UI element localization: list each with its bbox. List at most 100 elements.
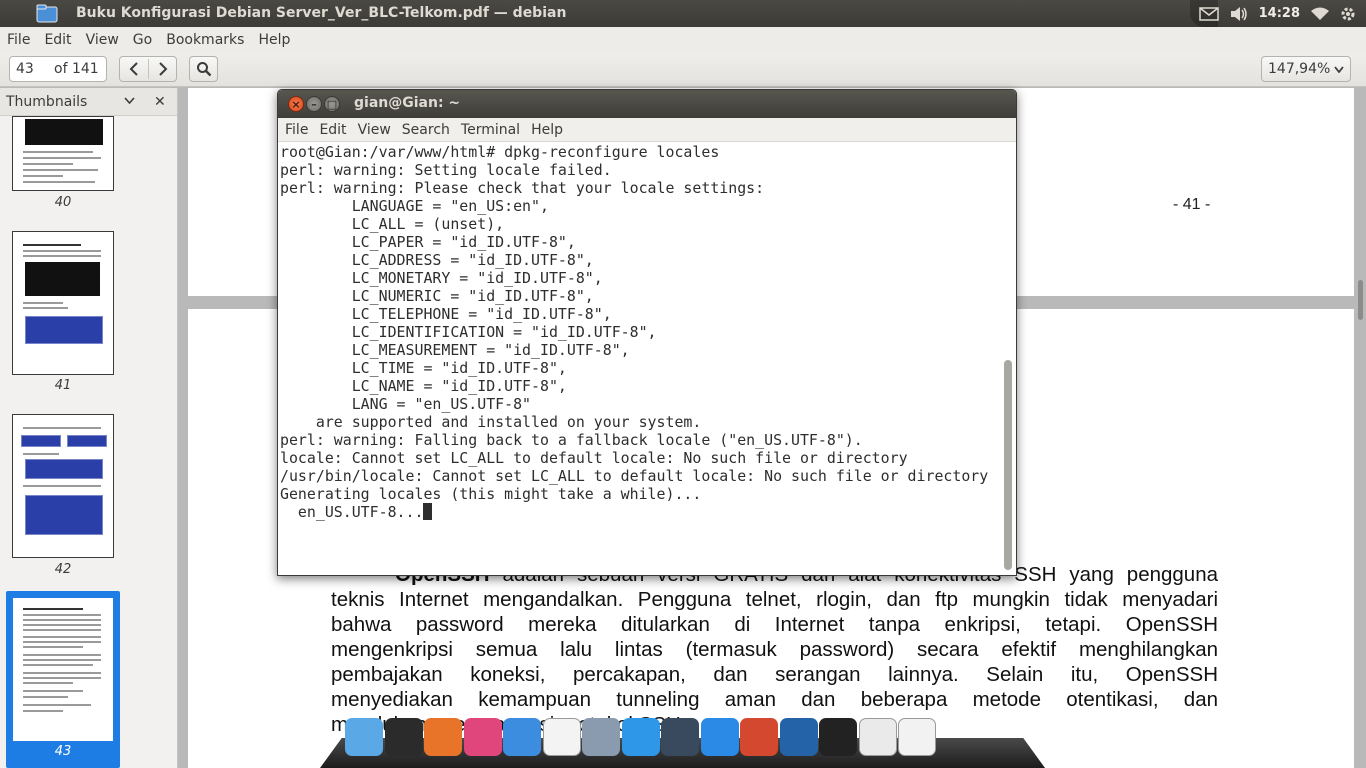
clock[interactable]: 14:28 (1259, 6, 1300, 21)
active-terminal-icon[interactable] (819, 718, 857, 756)
clock-icon[interactable] (898, 718, 936, 756)
thumb-text (23, 710, 63, 712)
paragraph-line: mengenkripsi semua lalu lintas (termasuk… (331, 638, 1218, 661)
page-number-field[interactable]: 43 of 141 (9, 56, 107, 82)
page-current[interactable]: 43 (16, 61, 34, 77)
dashboard-icon[interactable] (661, 718, 699, 756)
page-nav-group (119, 56, 177, 82)
thumb-text (23, 614, 101, 616)
terminal-line: root@Gian:/var/www/html# dpkg-reconfigur… (280, 143, 720, 161)
network-icon[interactable] (740, 718, 778, 756)
thumb-image (25, 495, 103, 535)
paragraph-line: bahwa password mereka ditularkan di Inte… (331, 613, 1218, 636)
sidebar-title[interactable]: Thumbnails (6, 94, 87, 110)
terminal-titlebar[interactable]: × – □ gian@Gian: ~ (278, 90, 1016, 118)
thumb-text (23, 690, 83, 692)
previous-page-button[interactable] (120, 57, 148, 81)
menubar: File Edit View Go Bookmarks Help (0, 27, 1366, 53)
find-button[interactable] (189, 56, 218, 82)
thumb-text (23, 250, 101, 252)
thumbnail-page-42[interactable] (12, 414, 114, 558)
thumb-image (25, 119, 103, 145)
terminal-menu-terminal[interactable]: Terminal (461, 122, 520, 138)
terminal-line: LC_NAME = "id_ID.UTF-8", (280, 377, 567, 395)
close-button[interactable]: × (288, 96, 304, 112)
zoom-select[interactable]: 147,94% (1261, 56, 1351, 82)
chevron-down-icon (1334, 66, 1344, 73)
terminal-line: /usr/bin/locale: Cannot set LC_ALL to de… (280, 467, 989, 485)
terminal-menu-edit[interactable]: Edit (319, 122, 346, 138)
minimize-icon: – (311, 97, 317, 111)
thumb-text (23, 169, 98, 171)
gear-icon[interactable] (1340, 6, 1356, 22)
firefox-icon[interactable] (424, 718, 462, 756)
close-icon[interactable]: ✕ (154, 94, 166, 110)
thunderbird-icon[interactable] (779, 718, 818, 756)
terminal-line: LANGUAGE = "en_US:en", (280, 197, 549, 215)
top-panel: Buku Konfigurasi Debian Server_Ver_BLC-T… (0, 0, 1366, 27)
terminal-menu-view[interactable]: View (358, 122, 391, 138)
paragraph-line: menyediakan kemampuan tunneling aman dan… (331, 688, 1218, 711)
menu-file[interactable]: File (7, 32, 30, 48)
terminal-menu-help[interactable]: Help (531, 122, 563, 138)
thumb-image (25, 459, 103, 479)
volume-icon[interactable] (1229, 6, 1249, 22)
terminal-scrollbar[interactable] (1004, 360, 1012, 570)
thumb-text (23, 704, 91, 706)
thumbnail-label: 42 (54, 562, 72, 577)
menu-help[interactable]: Help (258, 32, 290, 48)
thumbnail-page-43[interactable] (12, 597, 114, 742)
page-count: of 141 (54, 61, 99, 77)
thumb-text (23, 485, 101, 487)
thumbnail-page-41[interactable] (12, 231, 114, 375)
thumb-text (23, 175, 63, 177)
chat-icon[interactable] (621, 718, 660, 756)
terminal-icon[interactable] (384, 718, 423, 756)
terminal-line: en_US.UTF-8... (280, 503, 1002, 521)
terminal-line: LC_TIME = "id_ID.UTF-8", (280, 359, 567, 377)
thumbnail-page-40[interactable] (12, 116, 114, 191)
wifi-icon[interactable] (1310, 7, 1330, 21)
thumb-text (23, 659, 101, 661)
terminal-menu-file[interactable]: File (285, 122, 308, 138)
terminal-menubar: File Edit View Search Terminal Help (278, 118, 1016, 142)
maximize-icon: □ (326, 97, 338, 111)
sidebar-header: Thumbnails ✕ (0, 88, 177, 116)
terminal-line: LC_MEASUREMENT = "id_ID.UTF-8", (280, 341, 630, 359)
document-scrollbar[interactable] (1358, 280, 1363, 320)
terminal-line: LC_TELEPHONE = "id_ID.UTF-8", (280, 305, 612, 323)
terminal-window[interactable]: × – □ gian@Gian: ~ File Edit View Search… (277, 89, 1017, 576)
maximize-button[interactable]: □ (324, 96, 340, 112)
document-viewer-icon[interactable] (542, 718, 581, 756)
menu-view[interactable]: View (86, 32, 119, 48)
thumb-text (23, 672, 101, 674)
minimize-button[interactable]: – (306, 96, 322, 112)
thumb-text (23, 307, 68, 309)
paragraph-line: teknis Internet mengandalkan. Pengguna t… (331, 588, 1218, 611)
chevron-down-icon[interactable] (124, 97, 135, 104)
menu-bookmarks[interactable]: Bookmarks (166, 32, 244, 48)
terminal-line: LC_ALL = (unset), (280, 215, 505, 233)
thumb-text (23, 151, 93, 153)
next-page-button[interactable] (149, 57, 177, 81)
folder-icon[interactable] (36, 3, 58, 23)
menu-edit[interactable]: Edit (44, 32, 71, 48)
thumb-text (23, 163, 73, 165)
terminal-line: LC_NUMERIC = "id_ID.UTF-8", (280, 287, 594, 305)
image-viewer-icon[interactable] (582, 718, 620, 756)
menu-go[interactable]: Go (133, 32, 152, 48)
files-icon[interactable] (345, 718, 383, 756)
thumb-image (21, 435, 61, 447)
music-icon[interactable] (463, 718, 502, 756)
thumbnail-label: 41 (54, 378, 72, 393)
thumb-text (23, 636, 101, 638)
thumb-image (25, 262, 100, 296)
thumb-text (23, 682, 73, 684)
finder-icon[interactable] (503, 718, 541, 756)
thumb-text (23, 453, 59, 455)
mail-icon[interactable] (1198, 6, 1219, 21)
text-editor-icon[interactable] (858, 718, 897, 756)
terminal-output[interactable]: root@Gian:/var/www/html# dpkg-reconfigur… (280, 142, 1002, 575)
app-store-icon[interactable] (700, 718, 739, 756)
terminal-menu-search[interactable]: Search (402, 122, 450, 138)
